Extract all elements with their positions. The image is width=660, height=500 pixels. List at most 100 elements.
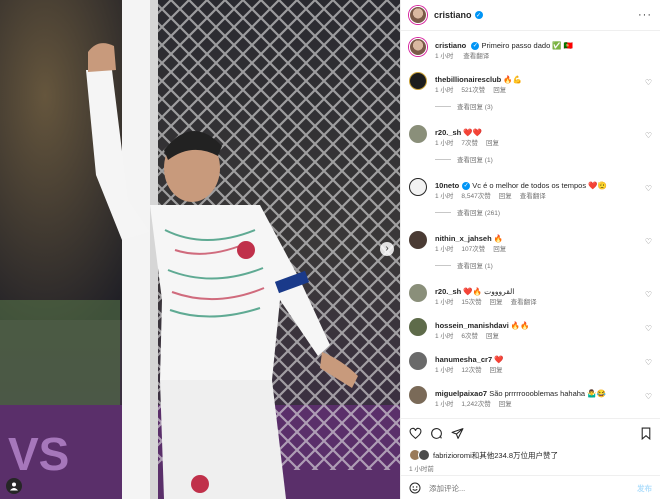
commenter-avatar[interactable] xyxy=(409,178,427,196)
comment-username[interactable]: thebillionairesclub xyxy=(435,75,501,84)
reply-button[interactable]: 回复 xyxy=(499,401,512,408)
comment-item: hanumesha_cr7 ❤️ 1 小时 12次赞 回复 ♡ xyxy=(401,348,660,382)
view-replies-label: 查看回复 (1) xyxy=(457,157,493,164)
comment-text: Vc é o melhor de todos os tempos ❤️🫡 xyxy=(472,181,607,190)
user-icon xyxy=(10,482,18,491)
commenter-avatar[interactable] xyxy=(409,72,427,90)
comment-text: São prrrrroooblemas hahaha 🤷‍♂️😂 xyxy=(489,389,606,398)
comment-like-count[interactable]: 15次赞 xyxy=(461,299,481,306)
comment-time: 1 小时 xyxy=(435,367,454,374)
share-send-icon[interactable] xyxy=(451,427,464,440)
verified-badge-icon: ✓ xyxy=(462,182,471,191)
comment-item: r20._sh ❤️❤️ 1 小时 7次赞 回复 查看回复 (1) ♡ xyxy=(401,121,660,174)
comment-like-count[interactable]: 6次赞 xyxy=(461,333,478,340)
add-comment-input[interactable]: 添加评论... xyxy=(429,483,465,494)
post-time: 1 小时前 xyxy=(409,466,434,473)
like-comment-heart-icon[interactable]: ♡ xyxy=(645,131,652,140)
comment-item: thebillionairesclub 🔥💪 1 小时 521次赞 回复 查看回复 … xyxy=(401,68,660,121)
like-comment-heart-icon[interactable]: ♡ xyxy=(645,358,652,367)
like-comment-heart-icon[interactable]: ♡ xyxy=(645,392,652,401)
caption-translate-link[interactable]: 查看翻译 xyxy=(463,53,489,60)
view-replies-label: 查看回复 (261) xyxy=(457,210,500,217)
like-comment-heart-icon[interactable]: ♡ xyxy=(645,290,652,299)
like-comment-heart-icon[interactable]: ♡ xyxy=(645,324,652,333)
commenter-avatar[interactable] xyxy=(409,386,427,404)
comment-like-count[interactable]: 107次赞 xyxy=(461,246,485,253)
comment-item: 10neto ✓ Vc é o melhor de todos os tempos… xyxy=(401,174,660,227)
post-comment-button[interactable]: 发布 xyxy=(637,483,652,494)
comment-time: 1 小时 xyxy=(435,299,454,306)
like-heart-icon[interactable] xyxy=(409,427,422,440)
liker-avatar[interactable] xyxy=(418,449,430,461)
view-replies-button[interactable]: 查看回复 (1) xyxy=(435,260,652,270)
add-comment-bar: 添加评论... 发布 xyxy=(401,475,660,500)
comment-time: 1 小时 xyxy=(435,193,454,200)
reply-button[interactable]: 回复 xyxy=(486,333,499,340)
comment-username[interactable]: nithin_x_jahseh xyxy=(435,234,492,243)
author-avatar[interactable] xyxy=(409,6,427,24)
comment-username[interactable]: hossein_manishdavi xyxy=(435,321,509,330)
comment-time: 1 小时 xyxy=(435,140,454,147)
comment-username[interactable]: miguelpaixao7 xyxy=(435,389,487,398)
like-comment-heart-icon[interactable]: ♡ xyxy=(645,237,652,246)
comment-like-count[interactable]: 521次赞 xyxy=(461,87,485,94)
comment-username[interactable]: r20._sh xyxy=(435,128,461,137)
reply-button[interactable]: 回复 xyxy=(486,140,499,147)
player-photo-illustration: VS xyxy=(0,0,400,499)
more-options-icon[interactable]: ··· xyxy=(638,9,652,21)
reply-button[interactable]: 回复 xyxy=(493,246,506,253)
reply-button[interactable]: 回复 xyxy=(493,87,506,94)
commenter-avatar[interactable] xyxy=(409,284,427,302)
comment-item: nithin_x_jahseh 🔥 1 小时 107次赞 回复 查看回复 (1) ♡ xyxy=(401,227,660,280)
comment-like-count[interactable]: 12次赞 xyxy=(461,367,481,374)
bookmark-icon[interactable] xyxy=(640,427,652,440)
verified-badge-icon: ✓ xyxy=(474,11,483,19)
reply-button[interactable]: 回复 xyxy=(490,299,503,306)
caption-text: Primeiro passo dado ✅ 🇵🇹 xyxy=(481,41,574,50)
commenter-avatar[interactable] xyxy=(409,318,427,336)
caption-item: cristiano ✓ Primeiro passo dado ✅ 🇵🇹 1 小… xyxy=(401,34,660,68)
translate-link[interactable]: 查看翻译 xyxy=(511,299,537,306)
comment-like-count[interactable]: 1,242次赞 xyxy=(461,401,490,408)
replies-divider xyxy=(435,211,451,213)
author-username[interactable]: cristiano xyxy=(434,10,472,20)
comment-text: 🔥🔥 xyxy=(510,321,530,330)
comment-item: miguelpaixao7 São prrrrroooblemas hahaha… xyxy=(401,382,660,416)
replies-divider xyxy=(435,105,451,107)
tagged-users-button[interactable] xyxy=(6,478,22,494)
commenter-avatar[interactable] xyxy=(409,231,427,249)
translate-link[interactable]: 查看翻译 xyxy=(520,193,546,200)
like-comment-heart-icon[interactable]: ♡ xyxy=(645,78,652,87)
reply-button[interactable]: 回复 xyxy=(499,193,512,200)
comment-username[interactable]: 10neto xyxy=(435,181,459,190)
emoji-icon[interactable] xyxy=(409,482,421,494)
comment-like-count[interactable]: 8,547次赞 xyxy=(461,193,490,200)
comment-like-count[interactable]: 7次赞 xyxy=(461,140,478,147)
view-replies-button[interactable]: 查看回复 (1) xyxy=(435,154,652,164)
comment-time: 1 小时 xyxy=(435,87,454,94)
next-photo-button[interactable]: › xyxy=(380,242,394,256)
comment-text: ❤️ xyxy=(494,355,504,364)
view-replies-button[interactable]: 查看回复 (261) xyxy=(435,207,652,217)
comments-list[interactable]: cristiano ✓ Primeiro passo dado ✅ 🇵🇹 1 小… xyxy=(401,34,660,416)
comment-item: hossein_manishdavi 🔥🔥 1 小时 6次赞 回复 ♡ xyxy=(401,314,660,348)
comment-text: ❤️❤️ xyxy=(463,128,483,137)
commenter-avatar[interactable] xyxy=(409,352,427,370)
replies-divider xyxy=(435,264,451,266)
commenter-avatar[interactable] xyxy=(409,125,427,143)
comment-bubble-icon[interactable] xyxy=(430,427,443,440)
replies-divider xyxy=(435,158,451,160)
comment-username[interactable]: r20._sh xyxy=(435,287,461,296)
comment-text: ❤️🔥 القروووت xyxy=(463,287,515,296)
like-comment-heart-icon[interactable]: ♡ xyxy=(645,184,652,193)
post-photo: VS › xyxy=(0,0,400,499)
comment-time: 1 小时 xyxy=(435,401,454,408)
caption-avatar[interactable] xyxy=(409,38,427,56)
caption-username[interactable]: cristiano xyxy=(435,41,466,50)
comment-username[interactable]: hanumesha_cr7 xyxy=(435,355,492,364)
view-replies-button[interactable]: 查看回复 (3) xyxy=(435,101,652,111)
likes-summary[interactable]: fabrizioromi和其他234.8万位用户赞了 xyxy=(433,450,558,461)
reply-button[interactable]: 回复 xyxy=(490,367,503,374)
svg-text:VS: VS xyxy=(8,428,69,480)
comment-time: 1 小时 xyxy=(435,333,454,340)
